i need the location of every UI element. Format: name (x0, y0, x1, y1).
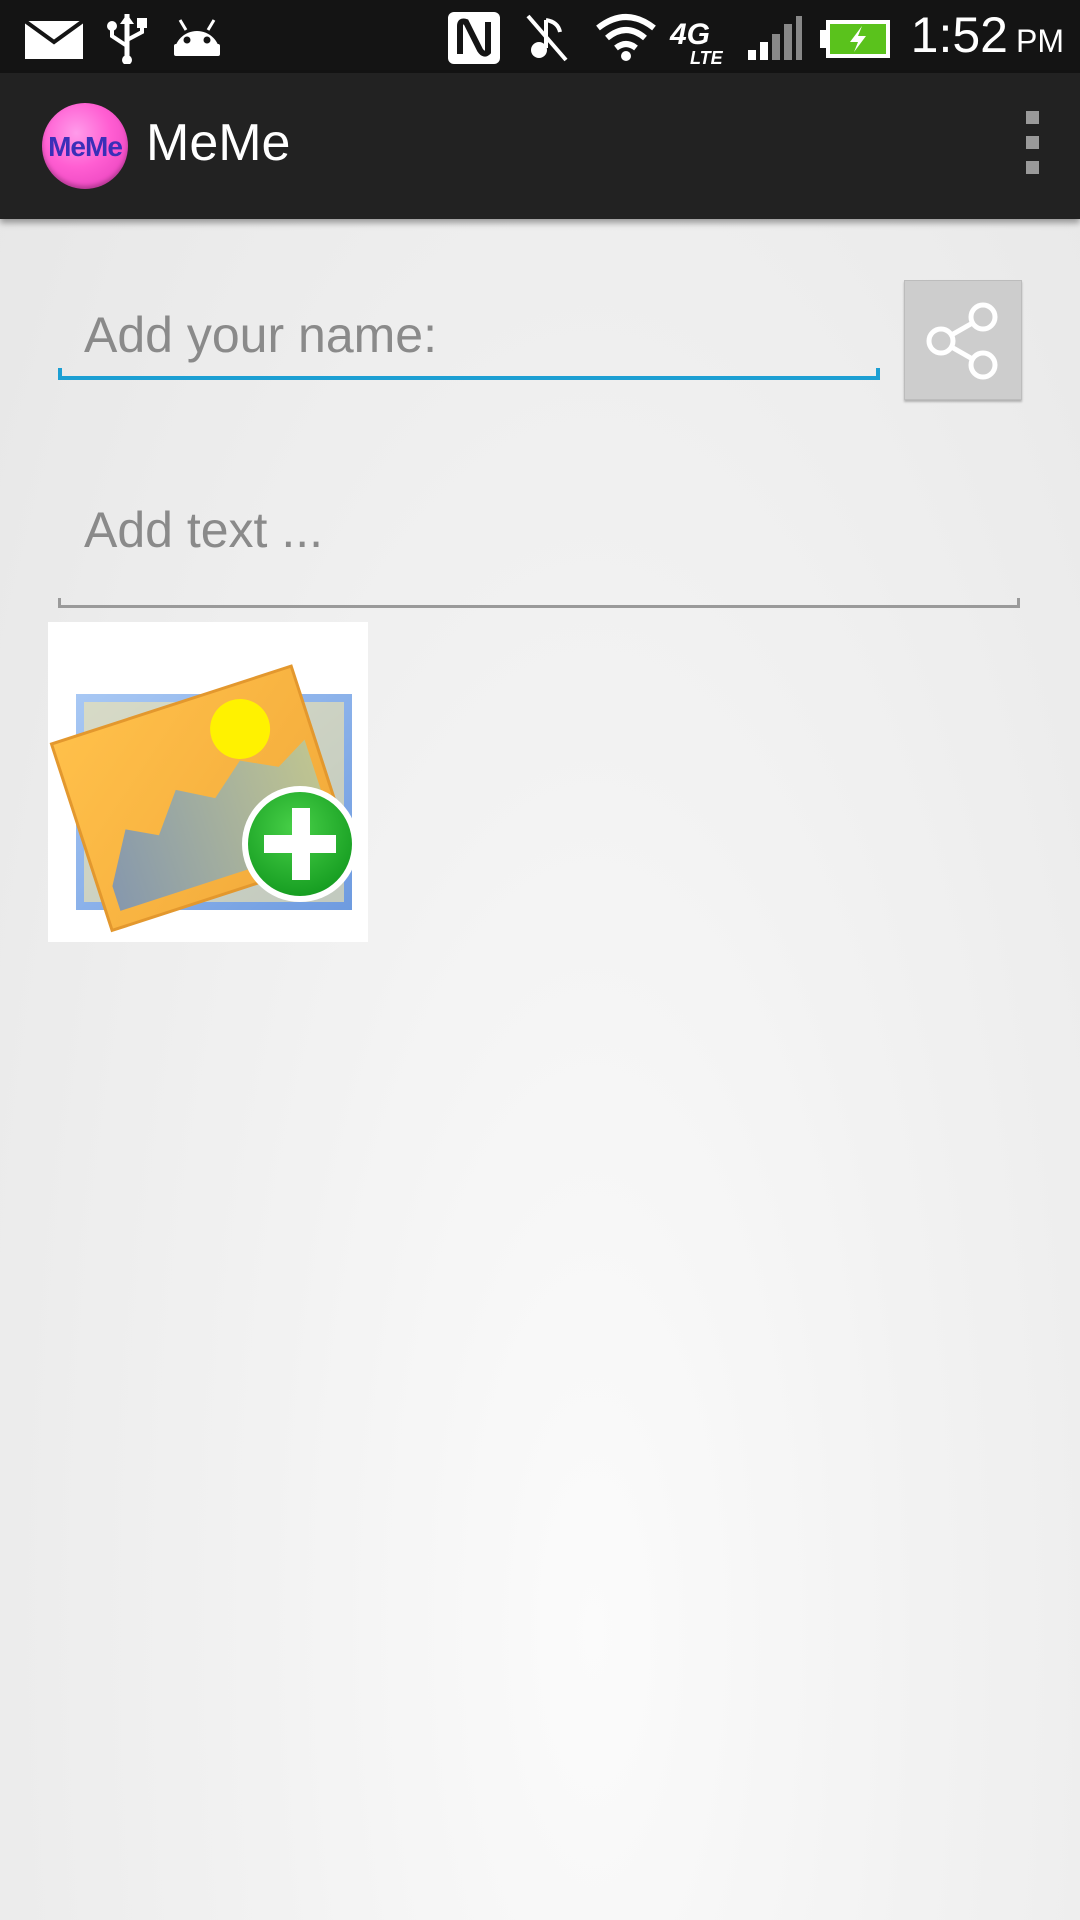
name-input[interactable] (58, 290, 880, 380)
clock-time: 1:52 (910, 7, 1008, 63)
app-logo[interactable]: MeMe (42, 103, 128, 189)
app-title: MeMe (146, 114, 291, 172)
overflow-menu-button[interactable] (1020, 111, 1044, 181)
battery-charging-icon (820, 20, 890, 58)
name-input-underline (58, 368, 880, 380)
svg-text:4G: 4G (669, 18, 710, 51)
overflow-menu-icon (1025, 111, 1039, 124)
usb-icon (107, 14, 147, 64)
meme-text-input[interactable] (58, 488, 1020, 608)
silent-mode-icon (526, 14, 568, 62)
meme-text-underline (58, 598, 1020, 608)
share-icon (926, 302, 998, 380)
clock-ampm: PM (1016, 23, 1064, 59)
add-image-icon (49, 664, 358, 933)
email-icon (24, 20, 84, 59)
clock: 1:52 PM (911, 6, 1064, 64)
android-debug-icon (174, 19, 220, 56)
svg-text:LTE: LTE (690, 48, 724, 66)
status-bar: 4G LTE 1:52 PM (0, 0, 1080, 73)
app-logo-text: MeMe (48, 131, 123, 162)
share-button[interactable] (904, 280, 1022, 400)
wifi-icon (596, 14, 656, 61)
signal-strength-icon (748, 16, 802, 60)
add-image-button[interactable] (48, 622, 368, 942)
name-field (58, 290, 880, 380)
network-type-icon: 4G LTE (668, 14, 734, 68)
nfc-icon (448, 12, 500, 64)
action-bar: MeMe MeMe (0, 73, 1080, 219)
meme-text-field (58, 488, 1020, 608)
